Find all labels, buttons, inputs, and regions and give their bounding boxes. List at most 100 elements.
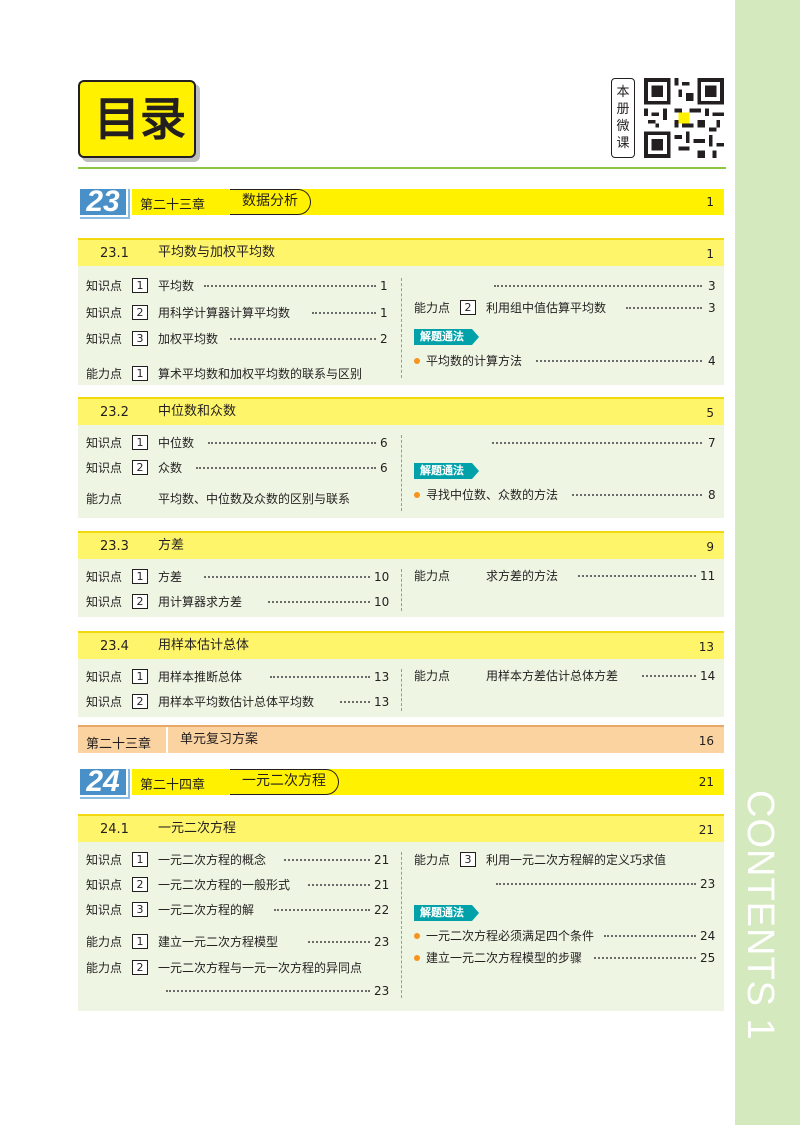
review-divider	[166, 727, 168, 753]
toc-entry[interactable]: 能力点 用样本方差估计总体方差 14	[414, 668, 718, 684]
section-page: 1	[706, 247, 714, 261]
toc-entry[interactable]: 能力点 1 建立一元二次方程模型 23	[86, 934, 389, 950]
page-title: 目录	[94, 92, 186, 146]
toc-entry[interactable]: 知识点 1 平均数 1	[86, 278, 388, 294]
chapter-title: 数据分析	[230, 189, 311, 215]
leader-dots	[204, 576, 370, 578]
toc-entry[interactable]: 能力点 平均数、中位数及众数的区别与联系	[86, 491, 386, 507]
entry-kind: 知识点	[86, 670, 123, 684]
chapter-number-badge: 23	[78, 187, 128, 217]
unit-review-row[interactable]: 第二十三章 单元复习方案 16	[78, 725, 724, 753]
entry-kind: 能力点	[86, 492, 123, 506]
leader-dots	[536, 360, 702, 362]
entry-text: 众数	[158, 461, 183, 475]
entry-text: 一元二次方程的一般形式	[158, 878, 291, 892]
entry-text: 一元二次方程的概念	[158, 853, 267, 867]
chapter-title: 一元二次方程	[230, 769, 339, 795]
toc-entry[interactable]: 知识点 1 一元二次方程的概念 21	[86, 852, 390, 868]
leader-dots	[572, 494, 702, 496]
section-23-2: 23.2 中位数和众数 5 知识点 1 中位数 6 知识点 2 众数 6 能力点…	[78, 397, 724, 518]
review-page: 16	[698, 734, 714, 748]
section-header[interactable]: 23.1 平均数与加权平均数 1	[78, 238, 724, 266]
toc-entry[interactable]: 能力点 3 利用一元二次方程解的定义巧求值	[414, 852, 718, 868]
qr-label-char: 册	[616, 102, 630, 117]
entry-text: 利用一元二次方程解的定义巧求值	[486, 853, 667, 867]
toc-entry[interactable]: 知识点 2 用样本平均数估计总体平均数 13	[86, 694, 389, 710]
toc-entry[interactable]: 知识点 3 一元二次方程的解 22	[86, 902, 389, 918]
method-entry[interactable]: 一元二次方程必须满足四个条件 24	[414, 928, 718, 944]
toc-entry-continuation[interactable]: 23	[414, 876, 718, 892]
toc-entry[interactable]: 知识点 1 中位数 6	[86, 435, 388, 451]
method-entry[interactable]: 建立一元二次方程模型的步骤 25	[414, 950, 718, 966]
leader-dots	[230, 338, 376, 340]
entry-page: 21	[374, 853, 390, 867]
entry-index-box: 1	[132, 852, 148, 867]
entry-page: 6	[380, 436, 388, 450]
column-divider	[401, 569, 402, 611]
entry-page: 13	[374, 670, 390, 684]
leader-dots	[268, 601, 370, 603]
method-tag: 解题通法	[414, 463, 479, 479]
entry-kind: 能力点	[414, 301, 451, 315]
leader-dots	[642, 675, 696, 677]
toc-entry[interactable]: 知识点 2 一元二次方程的一般形式 21	[86, 877, 390, 893]
entry-index-box: 1	[132, 366, 148, 381]
toc-entry[interactable]: 知识点 2 用科学计算器计算平均数 1	[86, 305, 388, 321]
column-divider	[401, 278, 402, 378]
section-24-1: 24.1 一元二次方程 21 知识点 1 一元二次方程的概念 21 知识点 2 …	[78, 814, 724, 1011]
section-header[interactable]: 24.1 一元二次方程 21	[78, 814, 724, 842]
section-header[interactable]: 23.4 用样本估计总体 13	[78, 631, 724, 659]
method-entry[interactable]: 平均数的计算方法 4	[414, 353, 718, 369]
toc-entry[interactable]: 知识点 2 用计算器求方差 10	[86, 594, 389, 610]
entry-page: 3	[708, 279, 716, 293]
section-header[interactable]: 23.2 中位数和众数 5	[78, 397, 724, 425]
entry-index-box: 2	[132, 305, 148, 320]
entry-text: 一元二次方程与一元一次方程的异同点	[158, 961, 363, 975]
entry-page: 4	[708, 354, 716, 368]
toc-entry[interactable]: 知识点 3 加权平均数 2	[86, 331, 388, 347]
toc-entry-continuation[interactable]: 23	[86, 983, 389, 999]
toc-entry[interactable]: 能力点 2 一元二次方程与一元一次方程的异同点	[86, 960, 386, 976]
entry-kind: 知识点	[86, 878, 123, 892]
toc-entry-continuation[interactable]: 3	[414, 278, 718, 294]
chapter-23-header[interactable]: 23 第二十三章 数据分析 1	[78, 187, 724, 217]
toc-entry[interactable]: 知识点 2 众数 6	[86, 460, 388, 476]
chapter-number-badge: 24	[78, 767, 128, 797]
section-title: 一元二次方程	[158, 821, 237, 836]
leader-dots	[594, 957, 696, 959]
entry-index-box: 2	[132, 460, 148, 475]
entry-index-box: 3	[132, 902, 148, 917]
qr-code-icon[interactable]	[644, 78, 724, 158]
bullet-icon	[414, 492, 420, 498]
entry-page: 2	[380, 332, 388, 346]
entry-page: 3	[708, 301, 716, 315]
entry-index-box: 2	[132, 960, 148, 975]
toc-entry[interactable]: 能力点 求方差的方法 11	[414, 568, 718, 584]
entry-page: 11	[700, 569, 716, 583]
entry-kind: 能力点	[86, 961, 123, 975]
entry-kind: 知识点	[86, 332, 123, 346]
entry-text: 用科学计算器计算平均数	[158, 306, 291, 320]
toc-entry[interactable]: 知识点 1 用样本推断总体 13	[86, 669, 390, 685]
entry-text: 方差	[158, 570, 183, 584]
entry-index-box: 2	[460, 300, 476, 315]
column-divider	[401, 852, 402, 998]
entry-index-box: 1	[132, 569, 148, 584]
leader-dots	[626, 307, 702, 309]
leader-dots	[204, 285, 376, 287]
toc-entry[interactable]: 知识点 1 方差 10	[86, 569, 389, 585]
section-number: 23.2	[100, 405, 129, 420]
method-entry[interactable]: 寻找中位数、众数的方法 8	[414, 487, 718, 503]
toc-entry[interactable]: 能力点 1 算术平均数和加权平均数的联系与区别	[86, 366, 386, 382]
entry-page: 21	[374, 878, 390, 892]
toc-entry-continuation[interactable]: 7	[414, 435, 718, 451]
section-number: 23.3	[100, 539, 129, 554]
section-title: 平均数与加权平均数	[158, 245, 276, 260]
section-header[interactable]: 23.3 方差 9	[78, 531, 724, 559]
chapter-24-header[interactable]: 24 第二十四章 一元二次方程 21	[78, 767, 724, 797]
entry-page: 14	[700, 669, 716, 683]
entry-index-box: 1	[132, 669, 148, 684]
title-underline	[78, 167, 726, 169]
entry-kind: 知识点	[86, 595, 123, 609]
toc-entry[interactable]: 能力点 2 利用组中值估算平均数 3	[414, 300, 718, 316]
